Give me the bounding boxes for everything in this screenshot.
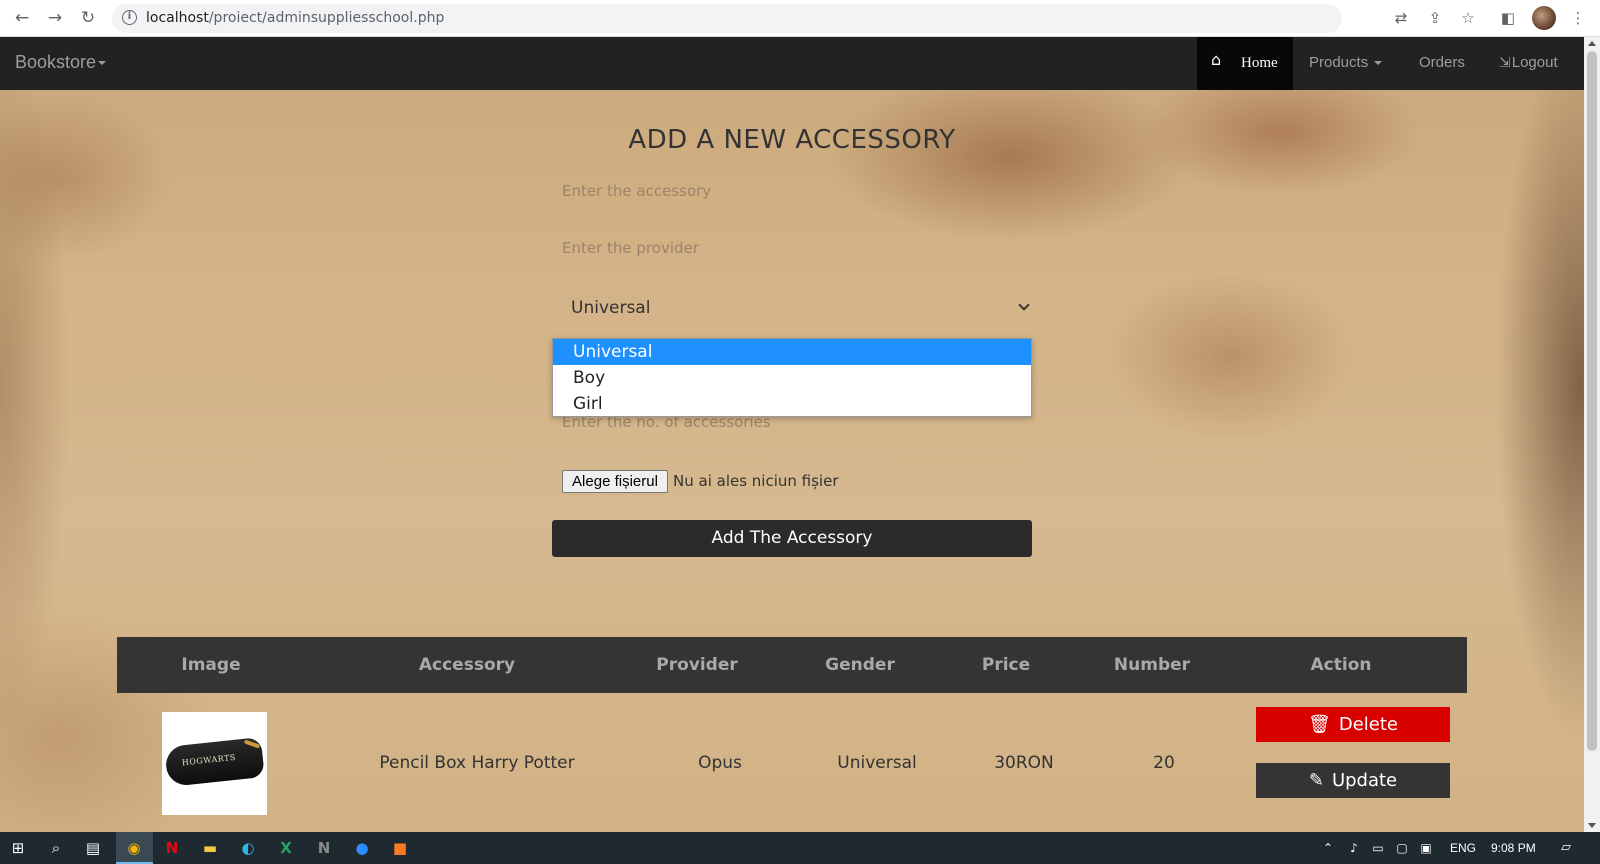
gender-option-girl[interactable]: Girl — [553, 391, 1031, 417]
chrome-app-icon[interactable]: ◉ — [124, 838, 144, 858]
caret-down-icon — [1374, 61, 1383, 66]
nav-products-label: Products — [1309, 54, 1369, 71]
address-bar[interactable]: i localhost/proiect/adminsuppliesschool.… — [112, 4, 1342, 33]
page-content: Bookstore ⌂ Home Products Orders ⇲Logout… — [0, 37, 1584, 832]
windows-start-icon[interactable]: ⊞ — [8, 838, 28, 858]
display-icon[interactable]: ▣ — [1416, 838, 1436, 858]
edit-icon: ✎ — [1308, 770, 1324, 791]
form-title: ADD A NEW ACCESSORY — [628, 125, 956, 155]
update-label: Update — [1331, 770, 1398, 791]
language-indicator[interactable]: ENG — [1450, 841, 1476, 855]
file-status-text: Nu ai ales niciun fișier — [673, 472, 839, 490]
battery-icon[interactable]: ▭ — [1368, 838, 1388, 858]
xampp-app-icon[interactable]: ■ — [390, 838, 410, 858]
caret-down-icon — [98, 61, 107, 66]
zoom-app-icon[interactable]: ● — [352, 838, 372, 858]
browser-menu-icon[interactable]: ⋮ — [1568, 8, 1588, 28]
column-header-action: Action — [1310, 655, 1372, 675]
nav-logout[interactable]: ⇲Logout — [1499, 54, 1558, 71]
site-info-icon[interactable]: i — [122, 10, 137, 25]
task-view-icon[interactable]: ▤ — [83, 838, 103, 858]
scroll-up-arrow-icon[interactable] — [1588, 41, 1596, 46]
page-scrollbar[interactable] — [1584, 37, 1600, 832]
url-path: /proiect/adminsuppliesschool.php — [208, 10, 445, 26]
cell-number: 20 — [1153, 753, 1175, 773]
accessory-input[interactable] — [552, 174, 1032, 208]
side-panel-icon[interactable]: ◧ — [1498, 8, 1518, 28]
volume-icon[interactable]: ♪ — [1344, 838, 1364, 858]
gender-selected-value: Universal — [571, 298, 651, 318]
notion-app-icon[interactable]: N — [314, 838, 334, 858]
cell-price: 30RON — [994, 753, 1054, 773]
scroll-thumb[interactable] — [1587, 51, 1597, 751]
navbar: Bookstore ⌂ Home Products Orders ⇲Logout — [0, 37, 1584, 90]
nav-products[interactable]: Products — [1309, 54, 1383, 71]
browser-toolbar: ← → ↻ i localhost/proiect/adminsuppliess… — [0, 0, 1600, 37]
windows-taskbar: ⊞ ⌕ ▤ ◉ N ▬ ◐ X N ● ■ ⌃ ♪ ▭ ▢ ▣ ENG 9:08… — [0, 832, 1600, 864]
gender-dropdown-list: Universal Boy Girl — [552, 338, 1032, 417]
table-header: Image Accessory Provider Gender Price Nu… — [117, 637, 1467, 693]
chevron-down-icon — [1018, 299, 1030, 311]
url-text[interactable]: localhost/proiect/adminsuppliesschool.ph… — [146, 10, 444, 26]
column-header-gender: Gender — [825, 655, 895, 675]
search-icon[interactable]: ⌕ — [46, 838, 66, 858]
column-header-number: Number — [1113, 655, 1191, 675]
column-header-image: Image — [181, 655, 241, 675]
back-icon[interactable]: ← — [11, 7, 33, 29]
network-icon[interactable]: ▢ — [1392, 838, 1412, 858]
delete-label: Delete — [1338, 714, 1398, 735]
choose-file-button[interactable]: Alege fișierul — [562, 470, 668, 493]
edge-app-icon[interactable]: ◐ — [238, 838, 258, 858]
brand-dropdown[interactable]: Bookstore — [15, 52, 107, 73]
column-header-price: Price — [981, 655, 1031, 675]
add-accessory-button[interactable]: Add The Accessory — [552, 520, 1032, 557]
nav-home-label: Home — [1241, 55, 1278, 71]
column-header-provider: Provider — [656, 655, 738, 675]
product-image: HOGWARTS — [162, 712, 267, 815]
delete-button[interactable]: 🗑 Delete — [1256, 707, 1450, 742]
home-icon: ⌂ — [1211, 50, 1222, 69]
trash-icon: 🗑 — [1307, 714, 1331, 735]
tray-chevron-up-icon[interactable]: ⌃ — [1318, 838, 1338, 858]
provider-input[interactable] — [552, 231, 1032, 265]
gender-option-boy[interactable]: Boy — [553, 365, 1031, 391]
cell-gender: Universal — [837, 753, 917, 773]
forward-icon[interactable]: → — [44, 7, 66, 29]
scroll-down-arrow-icon[interactable] — [1588, 823, 1596, 828]
product-image-logo: HOGWARTS — [181, 752, 237, 768]
nav-logout-label: Logout — [1511, 54, 1558, 71]
nav-orders-label: Orders — [1419, 54, 1465, 71]
netflix-app-icon[interactable]: N — [162, 838, 182, 858]
cell-accessory: Pencil Box Harry Potter — [379, 753, 575, 773]
nav-orders[interactable]: Orders — [1419, 54, 1465, 71]
reload-icon[interactable]: ↻ — [77, 7, 99, 29]
file-explorer-icon[interactable]: ▬ — [200, 838, 220, 858]
brand-label: Bookstore — [15, 52, 97, 72]
share-icon[interactable]: ⇪ — [1425, 8, 1445, 28]
gender-select[interactable]: Universal — [562, 291, 1032, 325]
column-header-accessory: Accessory — [418, 655, 516, 675]
excel-app-icon[interactable]: X — [276, 838, 296, 858]
update-button[interactable]: ✎ Update — [1256, 763, 1450, 798]
logout-icon: ⇲ — [1499, 54, 1511, 70]
profile-avatar[interactable] — [1532, 6, 1556, 30]
translate-icon[interactable]: ⇄ — [1391, 8, 1411, 28]
gender-option-universal[interactable]: Universal — [553, 339, 1031, 365]
nav-home[interactable]: ⌂ Home — [1197, 37, 1293, 90]
clock-time[interactable]: 9:08 PM — [1491, 841, 1536, 855]
notifications-icon[interactable]: ▱ — [1556, 838, 1576, 858]
cell-provider: Opus — [698, 753, 742, 773]
url-host: localhost — [146, 10, 209, 26]
bookmark-star-icon[interactable]: ☆ — [1458, 8, 1478, 28]
